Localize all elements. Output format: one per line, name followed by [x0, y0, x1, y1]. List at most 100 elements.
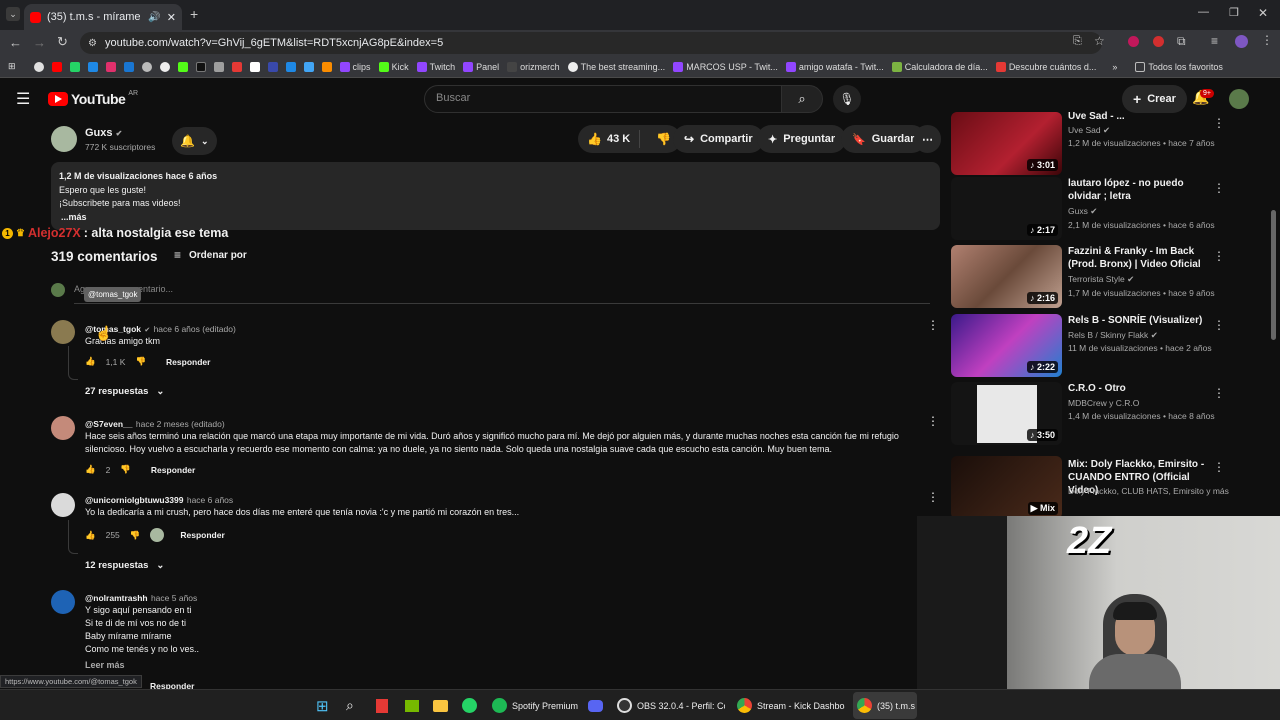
comment-menu-icon[interactable]: ⋮	[927, 490, 939, 504]
taskbar-chrome-kick[interactable]: Stream - Kick Dashboar	[737, 694, 845, 717]
recommended-video[interactable]: ♪ 3:01 Uve Sad - ... Uve Sad ✔ 1,2 M de …	[951, 111, 1271, 176]
comment-menu-icon[interactable]: ⋮	[927, 414, 939, 428]
video-title[interactable]: C.R.O - Otro	[1068, 382, 1210, 395]
profile-avatar[interactable]	[1235, 35, 1248, 48]
channel-avatar[interactable]	[51, 126, 77, 152]
like-button[interactable]: 👍	[85, 464, 96, 475]
bookmark-icon[interactable]	[318, 61, 336, 72]
bookmark-icon[interactable]	[84, 61, 102, 72]
video-thumbnail[interactable]: ♪ 2:22	[951, 314, 1062, 377]
bookmark-amigo[interactable]: amigo watafa - Twit...	[782, 61, 888, 72]
bookmark-kick[interactable]: Kick	[375, 61, 413, 72]
all-bookmarks[interactable]: Todos los favoritos	[1121, 61, 1227, 72]
extensions-puzzle-icon[interactable]: ⧉	[1177, 34, 1186, 49]
comment-handle[interactable]: @tomas_tgok	[85, 324, 141, 334]
install-icon[interactable]: ⎘	[1073, 35, 1082, 48]
video-thumbnail[interactable]: ♪ 2:16	[951, 245, 1062, 308]
sort-button[interactable]: ≡ Ordenar por	[174, 248, 247, 262]
url-bar[interactable]: ⚙ youtube.com/watch?v=GhVij_6gETM&list=R…	[80, 32, 1102, 54]
browser-menu-icon[interactable]: ⋮	[1261, 33, 1273, 47]
bookmark-icon[interactable]	[264, 61, 282, 72]
channel-name[interactable]: Guxs ✔	[85, 127, 122, 139]
bookmark-twitch[interactable]: Twitch	[413, 61, 460, 72]
bookmark-icon[interactable]	[192, 61, 210, 72]
maximize-icon[interactable]: ❐	[1229, 6, 1239, 19]
description-box[interactable]: 1,2 M de visualizaciones hace 6 años Esp…	[51, 162, 940, 230]
bookmark-icon[interactable]	[156, 61, 174, 72]
save-button[interactable]: 🔖 Guardar	[841, 125, 926, 153]
taskbar-app[interactable]	[462, 694, 477, 717]
bookmark-icon[interactable]	[138, 61, 156, 72]
bookmark-panel[interactable]: Panel	[459, 61, 503, 72]
taskbar-app[interactable]	[433, 694, 448, 717]
site-info-icon[interactable]: ⚙	[88, 38, 97, 49]
view-replies-button[interactable]: 27 respuestas ⌄	[85, 386, 164, 397]
comment-avatar[interactable]	[51, 416, 75, 440]
create-button[interactable]: + Crear	[1122, 85, 1187, 113]
bookmark-icon[interactable]	[30, 61, 48, 72]
start-button[interactable]: ⊞	[316, 694, 329, 717]
bookmark-icon[interactable]	[300, 61, 318, 72]
comment-avatar[interactable]	[51, 320, 75, 344]
video-title[interactable]: Fazzini & Franky - Im Back (Prod. Bronx)…	[1068, 245, 1210, 271]
bookmark-clips[interactable]: clips	[336, 61, 375, 72]
tab-search-icon[interactable]: ⌄	[6, 7, 20, 21]
search-button[interactable]: ⌕	[781, 85, 823, 113]
comment-avatar[interactable]	[51, 493, 75, 517]
video-title[interactable]: Rels B - SONRÍE (Visualizer)	[1068, 314, 1210, 327]
like-button[interactable]: 👍	[85, 530, 96, 541]
dislike-button[interactable]: 👎	[135, 356, 146, 367]
forward-icon[interactable]: →	[33, 35, 46, 50]
subscribe-notifications-button[interactable]: 🔔 ⌄	[172, 127, 217, 155]
recommended-video[interactable]: ♪ 3:50 C.R.O - Otro MDBCrew y C.R.O 1,4 …	[951, 382, 1271, 446]
bookmark-icon[interactable]	[174, 61, 192, 72]
ask-button[interactable]: ✦ Preguntar	[757, 125, 847, 153]
scrollbar-thumb[interactable]	[1271, 210, 1276, 340]
browser-tab[interactable]: (35) t.m.s - mírame ; letra 🔊 ✕	[24, 4, 182, 30]
apps-icon[interactable]: ⊞	[0, 61, 30, 72]
comment-handle[interactable]: @nolramtrashh	[85, 593, 148, 603]
back-icon[interactable]: ←	[9, 35, 22, 50]
video-menu-icon[interactable]: ⋮	[1213, 116, 1225, 130]
video-thumbnail[interactable]: ♪ 3:50	[951, 382, 1062, 445]
voice-search-button[interactable]: 🎙	[833, 85, 861, 113]
window-close-icon[interactable]: ✕	[1258, 6, 1268, 20]
taskbar-app[interactable]	[588, 694, 603, 717]
show-more-link[interactable]: ...más	[59, 211, 932, 225]
bookmark-icon[interactable]	[102, 61, 120, 72]
dislike-button[interactable]: 👎	[130, 530, 141, 541]
hamburger-menu-icon[interactable]: ☰	[16, 89, 30, 109]
reload-icon[interactable]: ↻	[57, 34, 68, 50]
recommended-video[interactable]: ♪ 2:22 Rels B - SONRÍE (Visualizer) Rels…	[951, 314, 1271, 378]
comment-handle[interactable]: @unicorniolgbtuwu3399	[85, 495, 184, 505]
taskbar-search[interactable]: ⌕	[346, 694, 354, 717]
video-menu-icon[interactable]: ⋮	[1213, 386, 1225, 400]
taskbar-spotify[interactable]: Spotify Premium	[492, 694, 578, 717]
comment-avatar[interactable]	[51, 590, 75, 614]
bookmark-icon[interactable]	[210, 61, 228, 72]
share-button[interactable]: ↪ Compartir	[673, 125, 764, 153]
extension-icon[interactable]	[1153, 36, 1164, 47]
bookmark-icon[interactable]	[228, 61, 246, 72]
read-more-link[interactable]: Leer más	[85, 660, 125, 670]
dislike-button[interactable]: 👎	[120, 464, 131, 475]
minimize-icon[interactable]: —	[1198, 6, 1209, 18]
youtube-logo[interactable]: YouTube AR	[48, 90, 138, 107]
recommended-mix[interactable]: ▶ Mix Mix: Doly Flackko, Emirsito - CUAN…	[951, 456, 1271, 520]
user-avatar[interactable]	[1229, 89, 1249, 109]
add-comment-input[interactable]: Agregar un comentario...	[74, 280, 930, 304]
video-menu-icon[interactable]: ⋮	[1213, 181, 1225, 195]
reply-button[interactable]: Responder	[180, 530, 224, 540]
video-thumbnail[interactable]: ▶ Mix	[951, 456, 1062, 519]
video-menu-icon[interactable]: ⋮	[1213, 318, 1225, 332]
bookmark-descubre[interactable]: Descubre cuántos d...	[992, 61, 1101, 72]
new-tab-icon[interactable]: +	[190, 6, 198, 22]
media-control-icon[interactable]: ≡	[1211, 34, 1218, 48]
more-actions-button[interactable]: ⋯	[914, 125, 941, 153]
bookmark-marcos[interactable]: MARCOS USP - Twit...	[669, 61, 782, 72]
taskbar-app[interactable]	[376, 694, 388, 717]
bookmark-icon[interactable]	[282, 61, 300, 72]
speaker-icon[interactable]: 🔊	[148, 12, 160, 23]
comment-handle[interactable]: @S7even__	[85, 419, 133, 429]
like-button[interactable]: 👍	[85, 356, 96, 367]
